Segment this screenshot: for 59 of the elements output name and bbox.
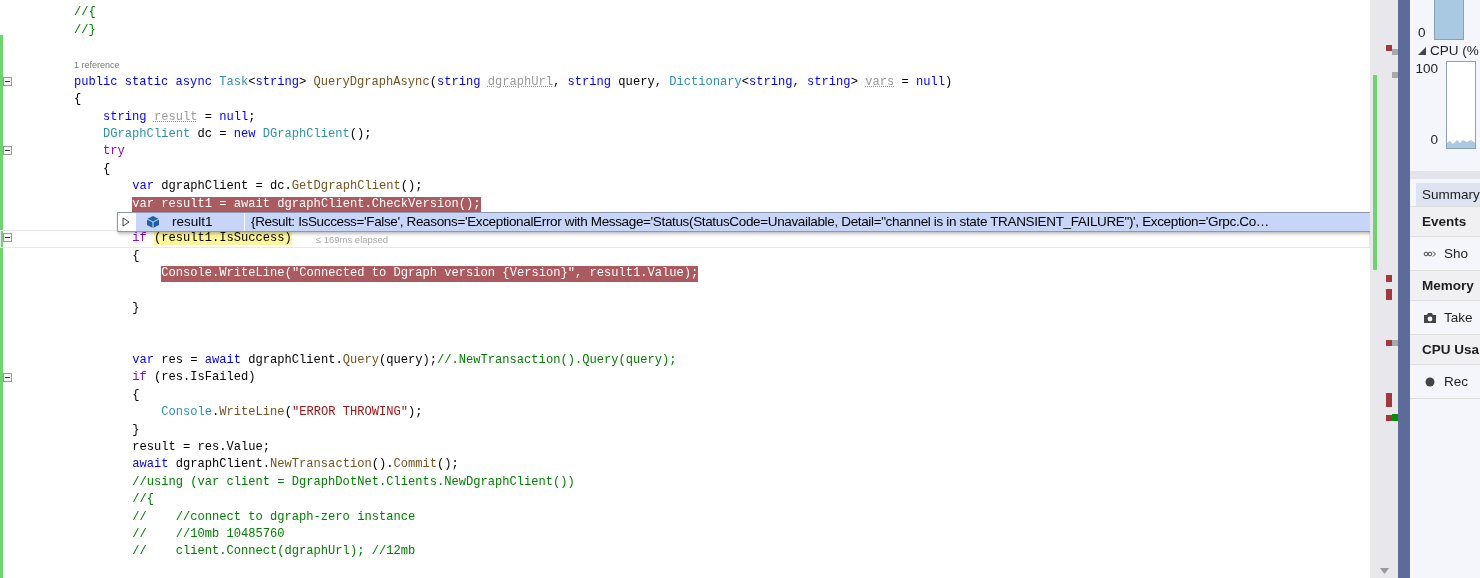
chart-title: CPU (%	[1430, 43, 1479, 58]
breakpoint-marker	[1386, 289, 1392, 300]
section-header: CPU Usa	[1410, 335, 1480, 365]
breakpoint-marker	[1386, 275, 1392, 282]
code-line: }	[132, 422, 140, 439]
collapse-icon[interactable]	[3, 76, 12, 86]
code-line: {	[132, 387, 140, 404]
code-line: {	[103, 161, 111, 178]
collapse-icon[interactable]	[3, 372, 12, 382]
section-item[interactable]: Take	[1444, 310, 1473, 325]
code-line: string result = null;	[103, 109, 256, 126]
scroll-marker	[1392, 72, 1398, 78]
axis-tick: 100	[1415, 61, 1438, 76]
section-item[interactable]: Sho	[1444, 246, 1469, 261]
variable-value: {Result: IsSuccess='False', Reasons='ExceptionalError with Message='Status(StatusCode=Unavailable, Detail="channel is in state TRANSIENT_FAILURE")', Exception='Grpc.Co…	[245, 212, 1370, 231]
expand-arrow-icon[interactable]	[122, 216, 130, 227]
code-line: //{	[74, 5, 96, 21]
code-line: //{	[132, 492, 154, 508]
breakpoint-marker	[1386, 340, 1392, 346]
tab[interactable]: Summary	[1416, 183, 1480, 206]
code-line: if (res.IsFailed)	[132, 370, 256, 386]
collapse-icon[interactable]	[3, 233, 12, 243]
code-line: // //10mb 10485760	[132, 527, 285, 543]
breakpoint-marker	[1386, 45, 1392, 51]
code-line: var dgraphClient = dc.GetDgraphClient();	[132, 179, 423, 195]
code-line: result = res.Value;	[132, 440, 271, 456]
code-line: try	[103, 144, 125, 160]
scroll-marker	[1392, 340, 1398, 346]
scroll-marker	[1392, 414, 1398, 421]
code-line: //using (var client = DgraphDotNet.Clients.NewDgraphClient())	[132, 474, 575, 491]
code-line: {	[74, 92, 82, 108]
code-line: Console.WriteLine("ERROR THROWING");	[161, 405, 423, 421]
code-line: var res = await dgraphClient.Query(query);//.NewTransaction().Query(query);	[132, 353, 677, 369]
camera-icon	[1423, 311, 1437, 324]
axis-tick: 0	[1418, 25, 1426, 40]
code-line: {	[132, 248, 140, 265]
panel-separator	[1410, 171, 1480, 179]
reference-count[interactable]: 1 reference	[74, 60, 120, 71]
section-header: Events	[1410, 207, 1480, 237]
section-item[interactable]: Rec	[1444, 374, 1468, 389]
overview-scrollbar[interactable]	[1370, 0, 1398, 578]
breakpoint-marker	[1386, 415, 1392, 421]
scroll-marker	[1392, 49, 1398, 55]
code-line: // client.Connect(dgraphUrl); //12mb	[132, 544, 416, 560]
code-line: public static async Task<string> QueryDgraphAsync(string dgraphUrl, string query, Dictionary<string, string> vars = null)	[74, 74, 953, 91]
breakpoint-marker	[1386, 393, 1392, 407]
record-icon	[1423, 375, 1437, 388]
memory-chart	[1433, 0, 1464, 40]
section-header: Memory	[1410, 271, 1480, 301]
code-line: // //connect to dgraph-zero instance	[132, 509, 416, 525]
code-line: await dgraphClient.NewTransaction().Commit();	[132, 457, 459, 473]
variable-name: result1	[172, 214, 213, 230]
code-line: }	[132, 300, 140, 317]
perf-tip: ≤ 169ms elapsed	[315, 233, 389, 245]
axis-tick: 0	[1430, 132, 1438, 147]
expand-arrow-icon[interactable]	[1418, 46, 1426, 55]
code-line: DGraphClient dc = new DGraphClient();	[103, 127, 372, 143]
code-line: //}	[74, 22, 96, 39]
collapse-icon[interactable]	[3, 146, 12, 156]
